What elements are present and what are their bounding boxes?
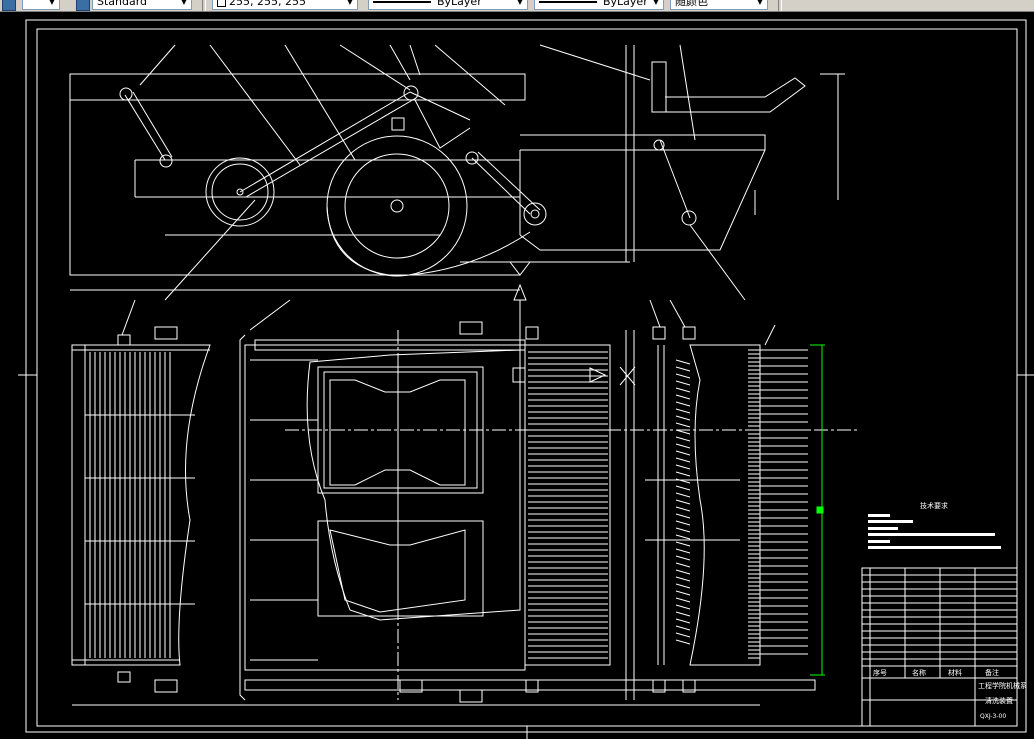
tb-drawing-no: QXJ-3-00 [980,713,1006,720]
hatch-line [675,485,691,491]
lineweight-combo[interactable]: ByLayer ▼ [534,0,664,10]
side-elevation-view [69,44,845,375]
hatch-line [675,527,691,533]
hatch-line [675,457,691,463]
hatch-line [675,373,691,379]
hatch-line [675,359,691,365]
linetype-value: ByLayer [437,0,482,8]
hatch-line [675,583,691,589]
hatch-line [675,366,691,372]
hatch-line [675,415,691,421]
hatch-line [675,394,691,400]
hatch-line [675,639,691,645]
drawing-outer-border [25,19,1027,733]
hatch-line [675,422,691,428]
hatch-line [675,436,691,442]
chevron-down-icon[interactable]: ▼ [514,0,526,8]
hatch-line [675,492,691,498]
toolbar-grip-icon [2,0,16,11]
text-style-value: Standard [97,0,148,8]
hatch-line [675,534,691,540]
chevron-down-icon[interactable]: ▼ [754,0,766,8]
drawing-canvas[interactable]: 技术要求 序号 名称 材料 备注 工程学院机械系 清洗装置 QXJ-3-00 [0,12,1034,739]
hatch-line [675,520,691,526]
tb-col-seq: 序号 [873,668,887,677]
color-combo[interactable]: 255, 255, 255 ▼ [212,0,358,10]
plot-style-value: 随颜色 [675,0,708,8]
hatch-line [675,569,691,575]
tb-col-name: 名称 [912,668,926,677]
hatch-line [675,548,691,554]
chevron-down-icon[interactable]: ▼ [650,0,662,8]
properties-toolbar: ▼ Standard ▼ 255, 255, 255 ▼ ByLayer ▼ B… [0,0,1034,12]
text-style-icon [76,0,90,11]
text-style-combo[interactable]: Standard ▼ [92,0,192,10]
color-value: 255, 255, 255 [229,0,306,8]
toolbar-separator [202,0,206,11]
lineweight-value: ByLayer [603,0,648,8]
hatch-line [675,604,691,610]
tb-drawing-name: 清洗装置 [985,696,1013,705]
hatch-line [675,618,691,624]
plan-view [71,299,860,706]
hatch-line [675,408,691,414]
lineweight-sample [539,1,597,3]
hatch-line [675,611,691,617]
hatch-line [675,471,691,477]
hatch-line [675,541,691,547]
linetype-combo[interactable]: ByLayer ▼ [368,0,528,10]
linetype-sample [373,1,431,3]
chevron-down-icon[interactable]: ▼ [344,0,356,8]
hatch-line [675,429,691,435]
hatch-line [675,387,691,393]
tech-req-title: 技术要求 [920,501,948,510]
hatch-line [675,562,691,568]
hatch-line [675,632,691,638]
tb-col-remark: 备注 [985,668,999,677]
hatch-line [675,576,691,582]
hatch-line [675,625,691,631]
hatch-line [675,380,691,386]
hatch-line [675,401,691,407]
toolbar-separator [778,0,782,11]
hatch-line [675,506,691,512]
plot-style-combo[interactable]: 随颜色 ▼ [670,0,768,10]
tech-requirements [868,514,1001,549]
hatch-line [675,443,691,449]
hatch-line [675,555,691,561]
hatch-line [675,513,691,519]
hatch-line [675,590,691,596]
chevron-down-icon[interactable]: ▼ [178,0,190,8]
tb-school: 工程学院机械系 [978,681,1027,690]
hatch-line [675,450,691,456]
hatch-line [675,597,691,603]
hatch-line [675,464,691,470]
selected-dimension[interactable] [810,344,825,676]
previous-combo[interactable]: ▼ [22,0,60,10]
hatch-line [675,499,691,505]
tb-col-material: 材料 [948,668,962,677]
chevron-down-icon[interactable]: ▼ [46,0,58,8]
color-swatch-icon [217,0,226,7]
